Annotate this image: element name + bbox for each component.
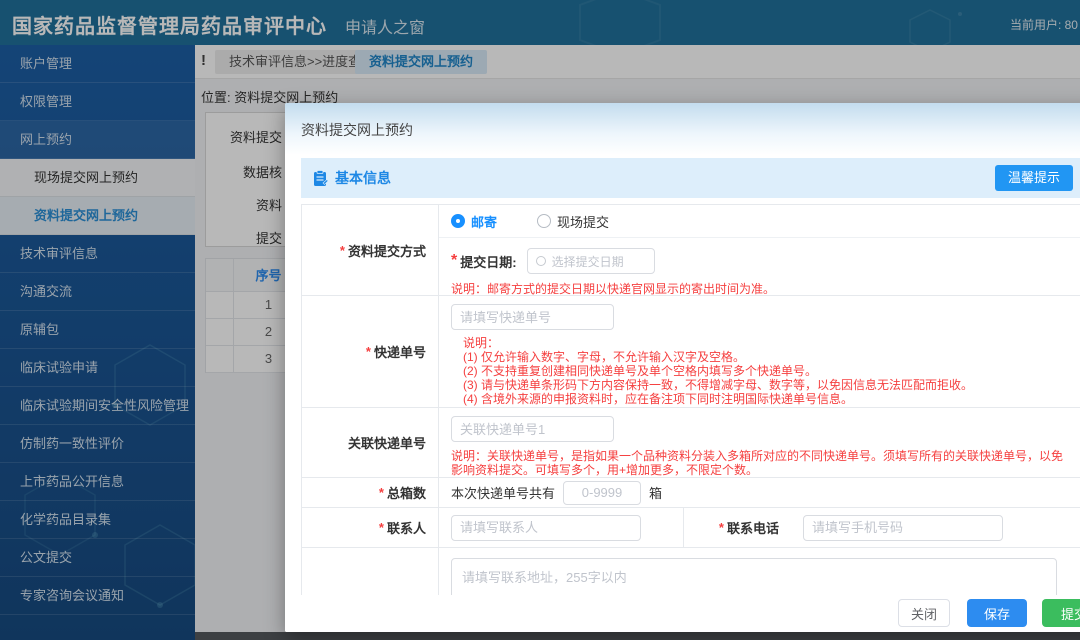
box-count-suffix: 箱 — [649, 486, 663, 501]
friendly-tips-button[interactable]: 温馨提示 — [994, 165, 1073, 191]
form-row-box-count: * 总箱数 本次快递单号共有 箱 — [302, 478, 1080, 508]
clock-icon — [535, 256, 546, 266]
field-label-contact: * 联系人 — [302, 508, 439, 547]
dialog-header: 资料提交网上预约 — [285, 103, 1080, 155]
submit-date-label: 提交日期: — [460, 254, 517, 270]
field-label-box-count: * 总箱数 — [302, 478, 439, 507]
field-label-submit-method: * 资料提交方式 — [302, 205, 439, 295]
save-button[interactable]: 保存 — [967, 599, 1027, 627]
phone-input[interactable] — [803, 514, 1003, 541]
section-title: 基本信息 — [335, 170, 391, 186]
basic-info-form: * 资料提交方式 邮寄 现场提交 * 提交日期: 选择提交日期 说明：邮寄方式的… — [301, 204, 1080, 595]
address-textarea[interactable]: 请填写联系地址，255字以内 — [451, 558, 1057, 595]
tracking-no-input[interactable] — [451, 304, 614, 330]
required-asterisk: * — [451, 252, 458, 269]
dialog-title: 资料提交网上预约 — [301, 122, 413, 138]
form-row-tracking-no: * 快递单号 说明： (1) 仅允许输入数字、字母，不允许输入汉字及空格。 (2… — [302, 296, 1080, 408]
field-label-phone: * 联系电话 — [718, 520, 779, 536]
form-row-contact: * 联系人 * 联系电话 — [302, 508, 1080, 548]
clipboard-icon — [314, 169, 328, 186]
required-asterisk: * — [378, 485, 384, 500]
required-asterisk: * — [718, 520, 724, 535]
required-asterisk: * — [378, 520, 384, 535]
close-button[interactable]: 关闭 — [898, 599, 950, 627]
submit-date-placeholder: 选择提交日期 — [551, 254, 624, 269]
related-tracking-input[interactable] — [451, 416, 614, 442]
radio-onsite-unselected[interactable] — [537, 214, 552, 228]
required-asterisk: * — [339, 242, 345, 258]
radio-mail-selected[interactable] — [451, 214, 465, 228]
related-tracking-note: 说明：关联快递单号，是指如果一个品种资料分装入多箱所对应的不同快递单号。须填写所… — [451, 449, 1064, 477]
form-row-address: * 联系地址 请填写联系地址，255字以内 — [302, 548, 1080, 595]
submit-button[interactable]: 提交 — [1042, 599, 1080, 627]
dialog-footer: 关闭 保存 提交 — [285, 595, 1080, 632]
form-row-submit-method: * 资料提交方式 邮寄 现场提交 * 提交日期: 选择提交日期 说明：邮寄方式的… — [302, 205, 1080, 296]
basic-info-section-bar: 基本信息 温馨提示 — [301, 158, 1080, 198]
radio-label-mail[interactable]: 邮寄 — [471, 212, 497, 231]
contact-input[interactable] — [451, 514, 641, 541]
material-submit-reservation-dialog: 资料提交网上预约 基本信息 温馨提示 * 资料提交方式 邮寄 现场提交 * 提交… — [285, 103, 1080, 632]
required-asterisk: * — [365, 344, 371, 359]
form-row-related-tracking: 关联快递单号 说明：关联快递单号，是指如果一个品种资料分装入多箱所对应的不同快递… — [302, 408, 1080, 478]
submit-date-picker[interactable]: 选择提交日期 — [526, 248, 655, 274]
field-label-tracking-no: * 快递单号 — [302, 296, 439, 407]
box-count-input[interactable] — [563, 480, 642, 505]
tracking-no-notes: 说明： (1) 仅允许输入数字、字母，不允许输入汉字及空格。 (2) 不支持重复… — [463, 336, 974, 406]
submit-method-note: 说明：邮寄方式的提交日期以快递官网显示的寄出时间为准。 — [451, 282, 776, 296]
box-count-prefix: 本次快递单号共有 — [451, 486, 556, 501]
field-label-address: * 联系地址 — [302, 548, 439, 595]
radio-label-onsite[interactable]: 现场提交 — [557, 212, 609, 231]
address-placeholder: 请填写联系地址，255字以内 — [462, 570, 627, 585]
page: 国家药品监督管理局药品审评中心 申请人之窗 当前用户: 80 账户管理 权限管理… — [0, 0, 1080, 640]
field-label-related-tracking: 关联快递单号 — [302, 408, 439, 477]
